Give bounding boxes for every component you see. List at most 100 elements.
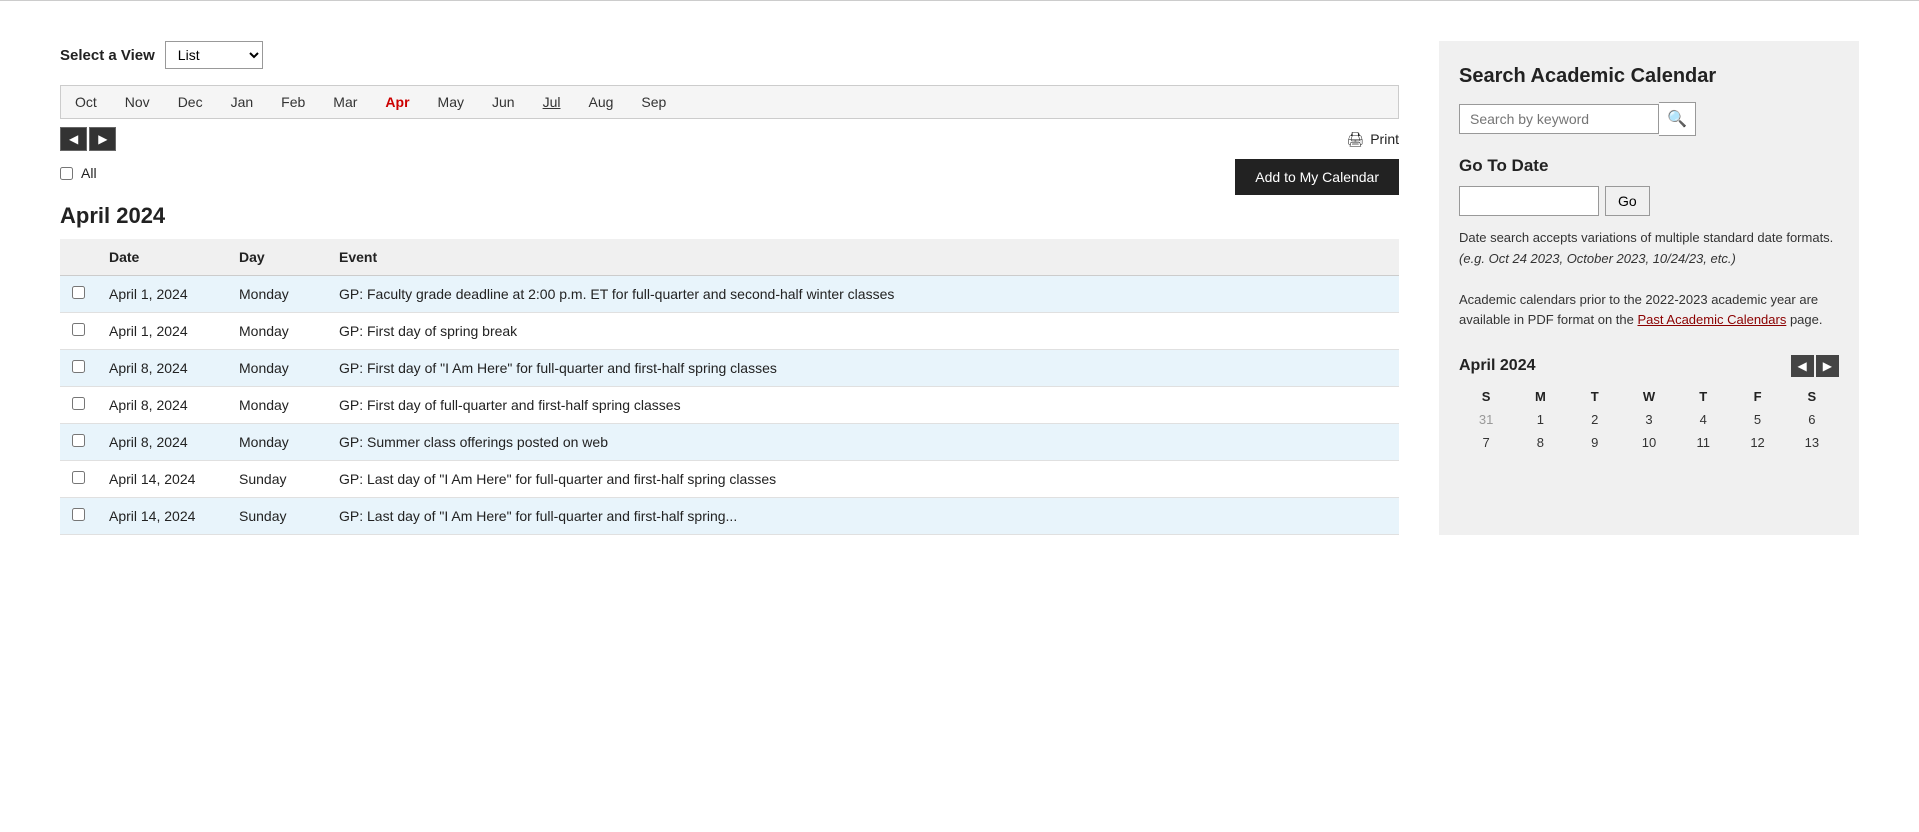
search-button[interactable]: 🔍 [1659,102,1696,136]
date-info: Date search accepts variations of multip… [1459,228,1839,270]
row-checkbox[interactable] [72,360,85,373]
printer-icon: 🖨 [1346,131,1364,148]
all-label: All [81,165,97,181]
row-date: April 1, 2024 [97,313,227,350]
mini-cal-day[interactable]: 10 [1622,431,1676,454]
row-checkbox-cell [60,498,97,535]
row-checkbox[interactable] [72,323,85,336]
month-feb[interactable]: Feb [267,86,319,118]
month-jan[interactable]: Jan [217,86,268,118]
month-dec[interactable]: Dec [164,86,217,118]
search-row: 🔍 [1459,102,1839,136]
row-checkbox-cell [60,313,97,350]
month-oct[interactable]: Oct [61,86,111,118]
row-checkbox[interactable] [72,471,85,484]
mini-cal-th-w: W [1622,385,1676,408]
date-format-example: e.g. Oct 24 2023, October 2023, 10/24/23… [1463,251,1731,266]
mini-cal-day[interactable]: 8 [1513,431,1567,454]
row-event: GP: Faculty grade deadline at 2:00 p.m. … [327,276,1399,313]
mini-cal-row: 78910111213 [1459,431,1839,454]
goto-row: Go [1459,186,1839,216]
left-panel: Select a View List Calendar Summary Oct … [60,41,1399,535]
row-checkbox-cell [60,276,97,313]
past-calendars-link[interactable]: Past Academic Calendars [1637,312,1786,327]
row-event: GP: First day of "I Am Here" for full-qu… [327,350,1399,387]
row-day: Monday [227,424,327,461]
mini-cal-th-s1: S [1459,385,1513,408]
prior-info: Academic calendars prior to the 2022-202… [1459,290,1839,332]
row-day: Monday [227,313,327,350]
table-header-row: Date Day Event [60,239,1399,276]
right-panel: Search Academic Calendar 🔍 Go To Date Go… [1439,41,1859,535]
select-view-label: Select a View [60,47,155,64]
mini-cal-day[interactable]: 9 [1568,431,1622,454]
row-date: April 8, 2024 [97,424,227,461]
table-row: April 8, 2024 Monday GP: First day of fu… [60,387,1399,424]
search-input[interactable] [1459,104,1659,134]
row-date: April 8, 2024 [97,387,227,424]
next-button[interactable]: ▶ [89,127,116,151]
all-row: All [60,165,97,181]
month-sep[interactable]: Sep [627,86,680,118]
goto-input[interactable] [1459,186,1599,216]
month-jun[interactable]: Jun [478,86,529,118]
row-day: Sunday [227,461,327,498]
mini-cal-day[interactable]: 1 [1513,408,1567,431]
month-mar[interactable]: Mar [319,86,371,118]
section-heading: April 2024 [60,203,1399,229]
month-nov[interactable]: Nov [111,86,164,118]
mini-cal-th-f: F [1730,385,1784,408]
row-date: April 8, 2024 [97,350,227,387]
search-icon: 🔍 [1667,111,1687,128]
month-may[interactable]: May [424,86,478,118]
row-checkbox-cell [60,461,97,498]
row-day: Monday [227,350,327,387]
row-checkbox[interactable] [72,286,85,299]
mini-cal-th-t2: T [1676,385,1730,408]
mini-cal-th-s2: S [1785,385,1839,408]
mini-cal-row: 31123456 [1459,408,1839,431]
view-select[interactable]: List Calendar Summary [165,41,263,69]
mini-cal-next[interactable]: ▶ [1816,355,1839,377]
table-row: April 8, 2024 Monday GP: Summer class of… [60,424,1399,461]
row-checkbox[interactable] [72,434,85,447]
mini-cal-day[interactable]: 4 [1676,408,1730,431]
controls-and-all: ◀ ▶ 🖨 Print All Add to My Calendar [60,119,1399,195]
row-event: GP: First day of spring break [327,313,1399,350]
month-aug[interactable]: Aug [574,86,627,118]
mini-cal-header-row: S M T W T F S [1459,385,1839,408]
row-day: Monday [227,276,327,313]
mini-cal-day[interactable]: 12 [1730,431,1784,454]
mini-cal-day[interactable]: 11 [1676,431,1730,454]
goto-button[interactable]: Go [1605,186,1650,216]
mini-cal-th-t1: T [1568,385,1622,408]
month-jul[interactable]: Jul [529,86,575,118]
mini-cal-day[interactable]: 2 [1568,408,1622,431]
col-header-event: Event [327,239,1399,276]
month-apr[interactable]: Apr [371,86,423,118]
print-button[interactable]: 🖨 Print [1346,131,1399,148]
row-checkbox[interactable] [72,508,85,521]
mini-cal-day[interactable]: 7 [1459,431,1513,454]
all-checkbox[interactable] [60,167,73,180]
mini-calendar: April 2024 ◀ ▶ S M T W T F S [1459,355,1839,454]
row-event: GP: Last day of "I Am Here" for full-qua… [327,498,1399,535]
mini-cal-day[interactable]: 5 [1730,408,1784,431]
mini-cal-prev[interactable]: ◀ [1791,355,1814,377]
mini-cal-day[interactable]: 6 [1785,408,1839,431]
row-checkbox-cell [60,387,97,424]
goto-section: Go To Date Go Date search accepts variat… [1459,156,1839,270]
mini-cal-day[interactable]: 3 [1622,408,1676,431]
events-table: Date Day Event April 1, 2024 Monday GP: … [60,239,1399,535]
row-checkbox-cell [60,424,97,461]
mini-cal-day[interactable]: 31 [1459,408,1513,431]
prev-button[interactable]: ◀ [60,127,87,151]
row-checkbox[interactable] [72,397,85,410]
row-checkbox-cell [60,350,97,387]
row-date: April 1, 2024 [97,276,227,313]
row-event: GP: Summer class offerings posted on web [327,424,1399,461]
row-date: April 14, 2024 [97,461,227,498]
mini-cal-day[interactable]: 13 [1785,431,1839,454]
col-header-checkbox [60,239,97,276]
add-calendar-button[interactable]: Add to My Calendar [1235,159,1399,195]
